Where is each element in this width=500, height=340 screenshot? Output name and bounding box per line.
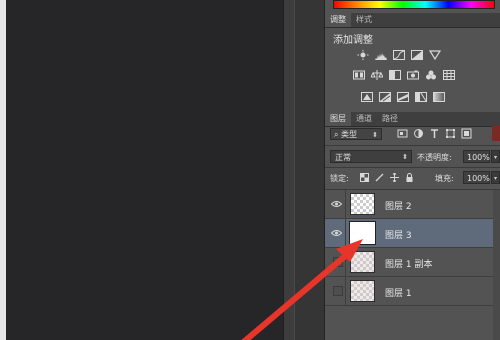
tab-paths[interactable]: 路径 [377,112,403,126]
layer-row[interactable]: 图层 1 副本 [325,248,500,277]
curves-icon[interactable] [393,50,405,60]
layer-thumbnail [349,221,376,245]
layers-list: 图层 2 图层 3 图层 1 副本 图层 1 [325,190,500,340]
divider [345,219,346,248]
layer-name: 图层 1 [385,289,412,299]
blend-mode-value: 正常 [335,153,351,162]
layer-name: 图层 3 [385,231,412,241]
divider [345,248,346,277]
chevron-updown-icon: ⬍ [402,153,408,161]
kind-label: 类型 [341,130,358,139]
shape-filter-icon[interactable] [445,128,456,139]
color-spectrum[interactable] [333,0,495,9]
opacity-label: 不透明度: [417,153,452,162]
visibility-toggle[interactable] [333,286,343,296]
layers-scrollbar[interactable] [493,190,500,340]
eye-icon[interactable] [331,228,342,238]
layers-tabs: 图层 通道 路径 [325,112,500,127]
adjustments-tabs: 调整 样式 [325,13,500,28]
opacity-dropdown-icon[interactable]: ▾ [491,150,500,163]
hue-saturation-icon[interactable] [353,70,365,80]
selective-color-icon[interactable] [415,92,427,102]
layer-row[interactable]: 图层 1 [325,277,500,306]
divider [345,277,346,306]
brightness-icon[interactable] [357,50,369,60]
exposure-icon[interactable] [411,50,423,60]
tab-channels[interactable]: 通道 [351,112,377,126]
color-balance-icon[interactable] [371,70,383,80]
gradient-map-icon[interactable] [433,92,445,102]
channel-mixer-icon[interactable] [425,70,437,80]
adjustments-row-3 [361,92,445,102]
lock-label: 锁定: [330,174,349,183]
fill-input[interactable]: 100% [463,171,490,184]
adjustments-row-2 [353,70,455,80]
fill-label: 填充: [435,174,454,183]
divider [325,167,500,168]
visibility-toggle[interactable] [333,257,343,267]
tab-styles[interactable]: 样式 [351,13,377,27]
layer-thumbnail [350,280,375,302]
adjustments-title: 添加调整 [333,35,373,46]
layer-name: 图层 2 [385,202,412,212]
lock-transparent-icon[interactable] [360,173,369,182]
layer-name: 图层 1 副本 [385,260,433,270]
vibrance-triangle-icon[interactable] [429,50,441,60]
layer-filter-icons [397,128,472,139]
pixel-filter-icon[interactable] [397,128,408,139]
layer-thumbnail [350,251,375,273]
opacity-input[interactable]: 100% [463,150,490,163]
fill-dropdown-icon[interactable]: ▾ [491,171,500,184]
layer-filter-kind-select[interactable]: ⌕ 类型 ⬍ [330,128,382,140]
eye-icon[interactable] [331,199,342,209]
lock-brush-icon[interactable] [375,173,384,182]
levels-icon[interactable] [375,50,387,60]
posterize-icon[interactable] [379,92,391,102]
lock-icons [360,173,414,182]
collapsed-panel-column [295,0,325,340]
divider [345,190,346,219]
black-white-icon[interactable] [389,70,401,80]
tab-adjustments[interactable]: 调整 [325,13,351,27]
blend-mode-select[interactable]: 正常 ⬍ [330,150,412,163]
panel-divider[interactable] [283,0,295,340]
document-canvas[interactable] [0,0,283,340]
divider [325,145,500,146]
filter-toggle[interactable] [492,126,500,141]
invert-icon[interactable] [361,92,373,102]
tab-layers[interactable]: 图层 [325,112,351,126]
type-filter-icon[interactable] [429,128,440,139]
layer-thumbnail [350,193,375,215]
layer-row[interactable]: 图层 3 [325,219,500,248]
lock-move-icon[interactable] [390,173,399,182]
lock-all-icon[interactable] [405,173,414,182]
chevron-updown-icon: ⬍ [372,131,378,139]
canvas-edge [0,0,6,340]
search-icon: ⌕ [334,130,342,139]
threshold-icon[interactable] [397,92,409,102]
adjustments-row-1 [357,50,441,60]
layer-row[interactable]: 图层 2 [325,190,500,219]
right-panels: 调整 样式 添加调整 图层 通道 路径 ⌕ 类型 ⬍ 正常 ⬍ 不透明度: 10… [325,0,500,340]
photo-filter-icon[interactable] [407,70,419,80]
color-lookup-icon[interactable] [443,70,455,80]
smart-object-filter-icon[interactable] [461,128,472,139]
adjustment-filter-icon[interactable] [413,128,424,139]
